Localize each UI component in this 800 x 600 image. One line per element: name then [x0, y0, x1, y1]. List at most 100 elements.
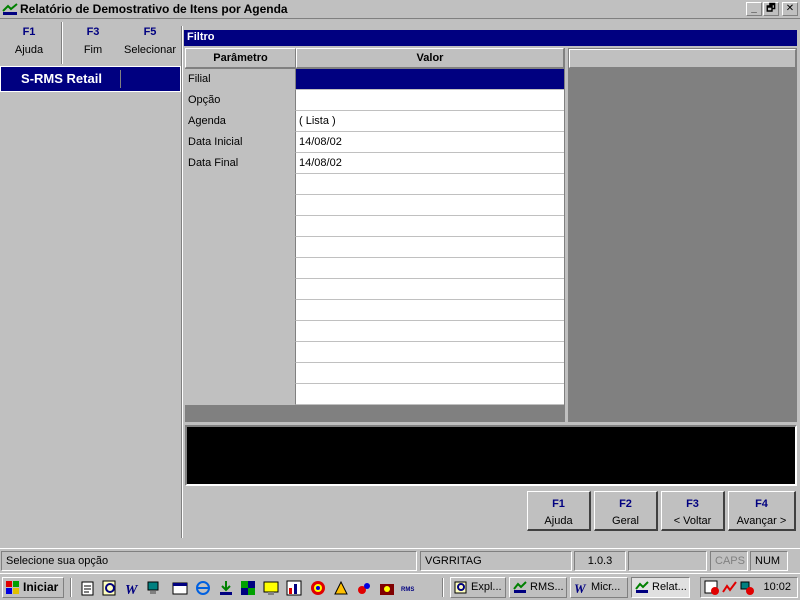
- explorer-task-icon: [454, 581, 467, 594]
- svg-text:RMS: RMS: [401, 587, 414, 593]
- explorer-icon[interactable]: [172, 580, 188, 596]
- module-label[interactable]: S-RMS Retail: [3, 70, 121, 88]
- table-row[interactable]: Data Inicial 14/08/02: [185, 132, 565, 153]
- table-row[interactable]: [185, 300, 565, 321]
- toolbar-exit-button[interactable]: F3 Fim: [64, 26, 122, 56]
- param-cell: Agenda: [185, 111, 295, 132]
- tools-icon[interactable]: [356, 580, 372, 596]
- value-cell[interactable]: [295, 174, 564, 195]
- internet-explorer-icon[interactable]: [195, 580, 211, 596]
- module-bar[interactable]: S-RMS Retail: [0, 66, 181, 92]
- close-button[interactable]: ✕: [782, 2, 798, 16]
- status-num: NUM: [750, 551, 788, 571]
- task-rms[interactable]: RMS...: [509, 577, 567, 598]
- value-cell[interactable]: [295, 69, 564, 90]
- param-cell: [185, 258, 295, 279]
- help-button-label: Ajuda: [544, 515, 573, 527]
- download-icon[interactable]: [218, 580, 234, 596]
- utility-icon[interactable]: [333, 580, 349, 596]
- table-row[interactable]: Filial: [185, 69, 565, 90]
- value-cell[interactable]: [295, 216, 564, 237]
- toolbar-select-button[interactable]: F5 Selecionar: [121, 26, 179, 56]
- value-cell[interactable]: 14/08/02: [295, 153, 564, 174]
- table-row[interactable]: [185, 258, 565, 279]
- windows-logo-icon: [6, 581, 19, 594]
- filter-grid: Parâmetro Valor Filial Opção Agenda( Lista…: [185, 48, 565, 422]
- param-cell: [185, 237, 295, 258]
- value-cell[interactable]: [295, 384, 564, 405]
- value-cell[interactable]: 14/08/02: [295, 132, 564, 153]
- param-cell: [185, 363, 295, 384]
- table-row[interactable]: [185, 363, 565, 384]
- general-button-key: F2: [619, 498, 632, 510]
- task-word[interactable]: W Micr...: [570, 577, 628, 598]
- find-icon[interactable]: [102, 580, 118, 596]
- word-icon[interactable]: W: [124, 580, 140, 596]
- table-row[interactable]: Opção: [185, 90, 565, 111]
- param-cell: Data Inicial: [185, 132, 295, 153]
- rms-icon[interactable]: RMS: [401, 580, 417, 596]
- value-cell[interactable]: ( Lista ): [295, 111, 564, 132]
- status-caps: CAPS: [710, 551, 748, 571]
- value-cell[interactable]: [295, 363, 564, 384]
- fkey-f5-caption: Selecionar: [124, 44, 176, 56]
- table-row[interactable]: [185, 384, 565, 405]
- chart-app-icon[interactable]: [286, 580, 302, 596]
- monitor-icon[interactable]: [263, 580, 279, 596]
- table-row[interactable]: [185, 195, 565, 216]
- start-button[interactable]: Iniciar: [2, 577, 64, 598]
- window-title: Relatório de Demostrativo de Itens por A…: [20, 2, 288, 16]
- table-row[interactable]: [185, 174, 565, 195]
- value-column-header[interactable]: Valor: [296, 48, 564, 68]
- value-cell[interactable]: [295, 195, 564, 216]
- value-cell[interactable]: [295, 300, 564, 321]
- network-icon[interactable]: [146, 580, 162, 596]
- table-row[interactable]: [185, 321, 565, 342]
- status-bar: Selecione sua opção VGRRITAG 1.0.3 CAPS …: [0, 548, 800, 572]
- value-cell[interactable]: [295, 237, 564, 258]
- status-message: Selecione sua opção: [1, 551, 417, 571]
- word-task-icon: W: [574, 581, 587, 594]
- svg-text:W: W: [574, 581, 587, 594]
- table-row[interactable]: Agenda( Lista ): [185, 111, 565, 132]
- param-cell: [185, 195, 295, 216]
- app-logo-icon: [2, 3, 18, 15]
- param-cell: [185, 216, 295, 237]
- param-cell: [185, 279, 295, 300]
- general-button[interactable]: F2 Geral: [594, 491, 658, 531]
- table-row[interactable]: [185, 342, 565, 363]
- scheduler-icon[interactable]: [704, 580, 720, 596]
- next-button-key: F4: [755, 498, 768, 510]
- color-disc-icon[interactable]: [310, 580, 326, 596]
- activity-icon[interactable]: [722, 580, 738, 596]
- table-row[interactable]: [185, 237, 565, 258]
- help-button[interactable]: F1 Ajuda: [527, 491, 591, 531]
- value-cell[interactable]: [295, 342, 564, 363]
- back-button[interactable]: F3 < Voltar: [661, 491, 725, 531]
- task-explorer[interactable]: Expl...: [450, 577, 506, 598]
- network-status-icon[interactable]: [739, 580, 755, 596]
- task-report-label: Relat...: [652, 581, 687, 593]
- fkey-f3-label: F3: [86, 26, 100, 38]
- next-button[interactable]: F4 Avançar >: [728, 491, 796, 531]
- value-cell[interactable]: [295, 90, 564, 111]
- media-icon[interactable]: [379, 580, 395, 596]
- table-row[interactable]: [185, 216, 565, 237]
- svg-text:W: W: [125, 583, 139, 596]
- minimize-button[interactable]: _: [746, 2, 762, 16]
- message-box: [185, 425, 797, 486]
- table-row[interactable]: [185, 279, 565, 300]
- value-cell[interactable]: [295, 321, 564, 342]
- toolbar-help-button[interactable]: F1 Ajuda: [0, 26, 58, 56]
- table-row[interactable]: Data Final 14/08/02: [185, 153, 565, 174]
- value-cell[interactable]: [295, 279, 564, 300]
- value-cell[interactable]: [295, 258, 564, 279]
- param-column-header[interactable]: Parâmetro: [185, 48, 296, 68]
- task-report[interactable]: Relat...: [631, 577, 690, 598]
- restore-button[interactable]: 🗗: [763, 2, 779, 16]
- rms-task-icon: [513, 581, 527, 593]
- fkey-f5-label: F5: [143, 26, 157, 38]
- grid-app-icon[interactable]: [240, 580, 256, 596]
- notepad-icon[interactable]: [80, 580, 96, 596]
- clock: 10:02: [763, 581, 791, 593]
